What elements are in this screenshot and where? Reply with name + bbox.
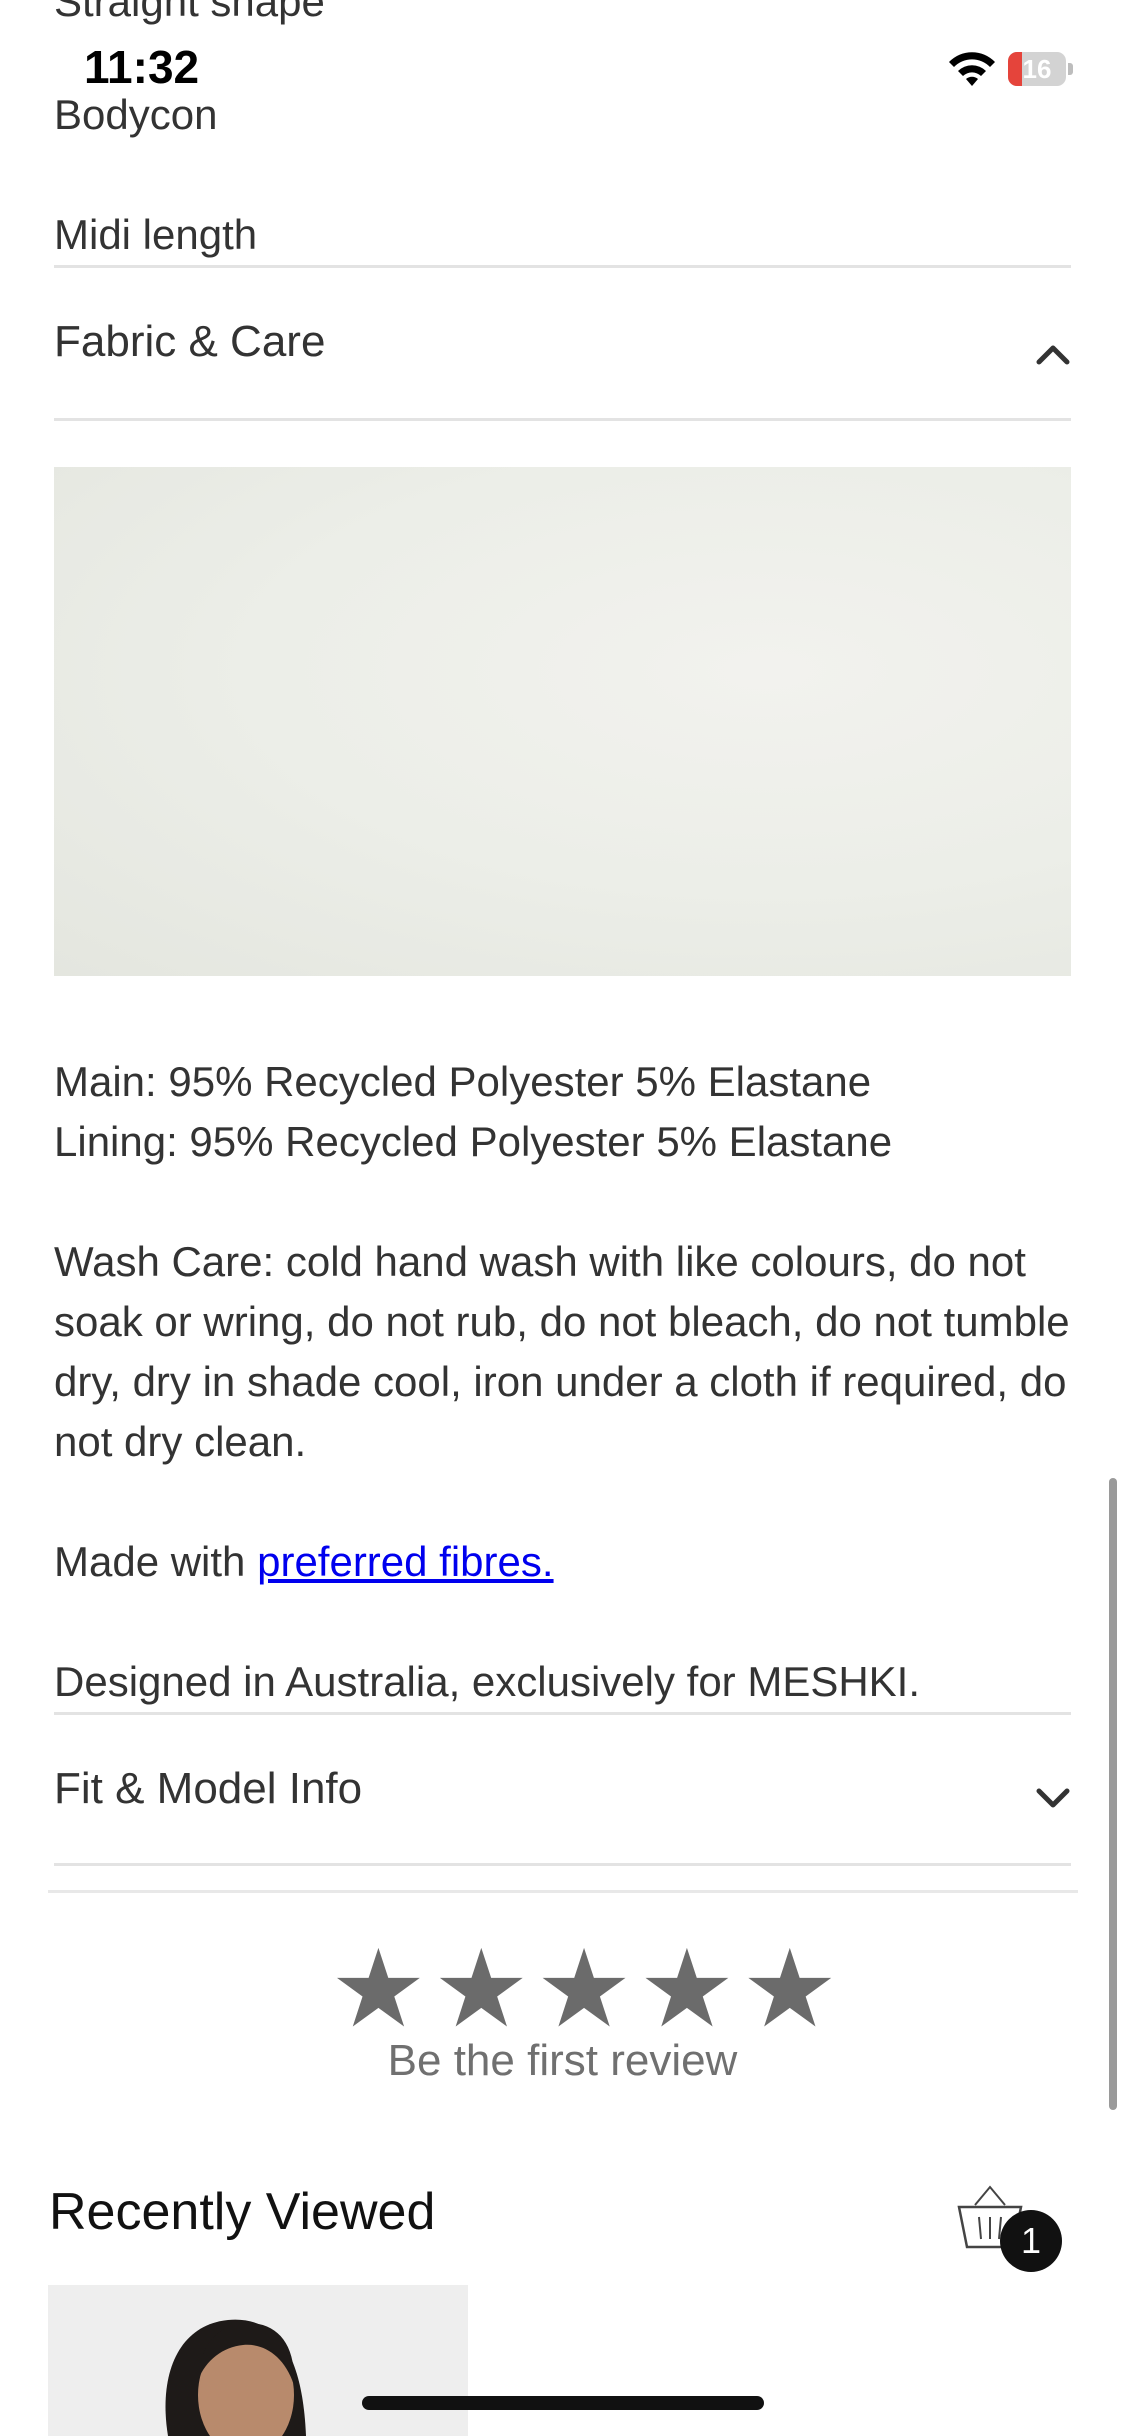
fabric-main: Main: 95% Recycled Polyester 5% Elastane [54,1058,872,1105]
detail-item-fit: Bodycon [54,91,218,138]
star-icon: ★ [330,1927,427,2052]
fit-model-title: Fit & Model Info [54,1764,363,1813]
section-divider [48,1890,1078,1893]
battery-level: 16 [1022,54,1052,84]
recently-viewed-product-card[interactable] [48,2285,468,2436]
first-review-link[interactable]: Be the first review [0,2036,1125,2086]
fabric-swatch-image [54,467,1071,976]
star-icon: ★ [741,1927,839,2052]
battery-icon: 16 [1008,52,1074,86]
product-image [48,2285,468,2436]
star-icon: ★ [432,1927,530,2052]
fabric-care-title: Fabric & Care [54,317,326,366]
cart-count-badge: 1 [1000,2210,1062,2272]
recently-viewed-title: Recently Viewed [49,2183,436,2241]
made-with-prefix: Made with [54,1538,258,1585]
star-icon: ★ [638,1927,736,2052]
star-icon: ★ [535,1927,633,2052]
detail-item-length: Midi length [54,211,258,258]
fabric-lining: Lining: 95% Recycled Polyester 5% Elasta… [54,1118,893,1165]
scrollbar[interactable] [1109,1478,1117,2110]
chevron-down-icon [1036,1788,1070,1808]
wifi-icon [949,52,995,86]
detail-item-shape: Straight shape [54,0,325,25]
home-indicator[interactable] [362,2396,764,2410]
rating-stars[interactable]: ★ ★ ★ ★ ★ [330,1927,838,2052]
fabric-care-accordion-header[interactable]: Fabric & Care [54,268,1071,418]
designed-in-text: Designed in Australia, exclusively for M… [54,1658,921,1705]
divider [54,418,1071,421]
made-with-line: Made with preferred fibres. [54,1532,554,1592]
wash-care-text: Wash Care: cold hand wash with like colo… [54,1238,1070,1465]
divider [54,1863,1071,1866]
fit-model-accordion-header[interactable]: Fit & Model Info [54,1715,1071,1863]
preferred-fibres-link[interactable]: preferred fibres. [257,1538,553,1585]
chevron-up-icon [1036,345,1070,365]
